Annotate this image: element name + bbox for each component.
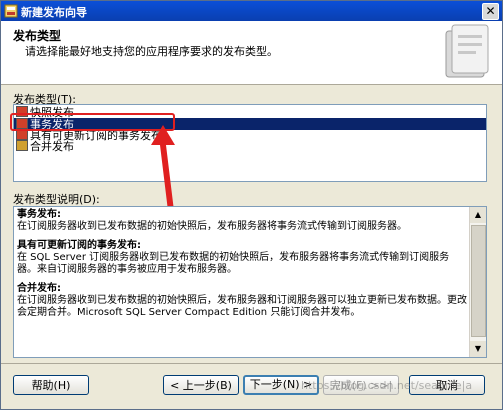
wizard-header: 发布类型 请选择能最好地支持您的应用程序要求的发布类型。 xyxy=(1,21,502,85)
wizard-window: 新建发布向导 ✕ 发布类型 请选择能最好地支持您的应用程序要求的发布类型。 发布… xyxy=(0,0,503,410)
description-title: 具有可更新订阅的事务发布: xyxy=(17,240,141,251)
title-bar[interactable]: 新建发布向导 ✕ xyxy=(1,1,502,21)
description-label: 发布类型说明(D): xyxy=(13,193,100,206)
page-description: 请选择能最好地支持您的应用程序要求的发布类型。 xyxy=(25,45,278,58)
scroll-thumb[interactable] xyxy=(471,225,486,337)
scroll-down-icon[interactable]: ▼ xyxy=(470,341,486,357)
description-scrollbar[interactable]: ▲ ▼ xyxy=(469,207,486,357)
description-text: 在 SQL Server 订阅服务器收到已发布数据的初始快照后，发布服务器将事务… xyxy=(17,252,450,275)
page-title: 发布类型 xyxy=(13,29,62,43)
description-text: 在订阅服务器收到已发布数据的初始快照后，发布服务器将事务流式传输到订阅服务器。 xyxy=(17,221,407,232)
merge-icon xyxy=(16,140,28,151)
description-text: 在订阅服务器收到已发布数据的初始快照后，发布服务器和订阅服务器可以独立更新已发布… xyxy=(17,295,467,318)
footer-divider xyxy=(1,363,502,364)
help-button[interactable]: 帮助(H) xyxy=(13,375,89,395)
list-item-label: 合并发布 xyxy=(30,140,74,153)
watermark: https://blog.csdn.net/seagine|a xyxy=(301,379,473,392)
close-icon: ✕ xyxy=(485,4,496,18)
close-button[interactable]: ✕ xyxy=(482,3,499,20)
scroll-up-icon[interactable]: ▲ xyxy=(470,207,486,223)
description-box[interactable]: 事务发布: 在订阅服务器收到已发布数据的初始快照后，发布服务器将事务流式传输到订… xyxy=(13,206,487,358)
publication-graphic-icon xyxy=(445,24,489,78)
list-item-merge[interactable]: 合并发布 xyxy=(14,140,486,153)
description-title: 合并发布: xyxy=(17,283,61,294)
description-content: 事务发布: 在订阅服务器收到已发布数据的初始快照后，发布服务器将事务流式传输到订… xyxy=(17,209,469,319)
window-title: 新建发布向导 xyxy=(21,6,87,19)
description-title: 事务发布: xyxy=(17,209,61,220)
app-icon xyxy=(4,4,18,18)
back-button[interactable]: < 上一步(B) xyxy=(163,375,239,395)
